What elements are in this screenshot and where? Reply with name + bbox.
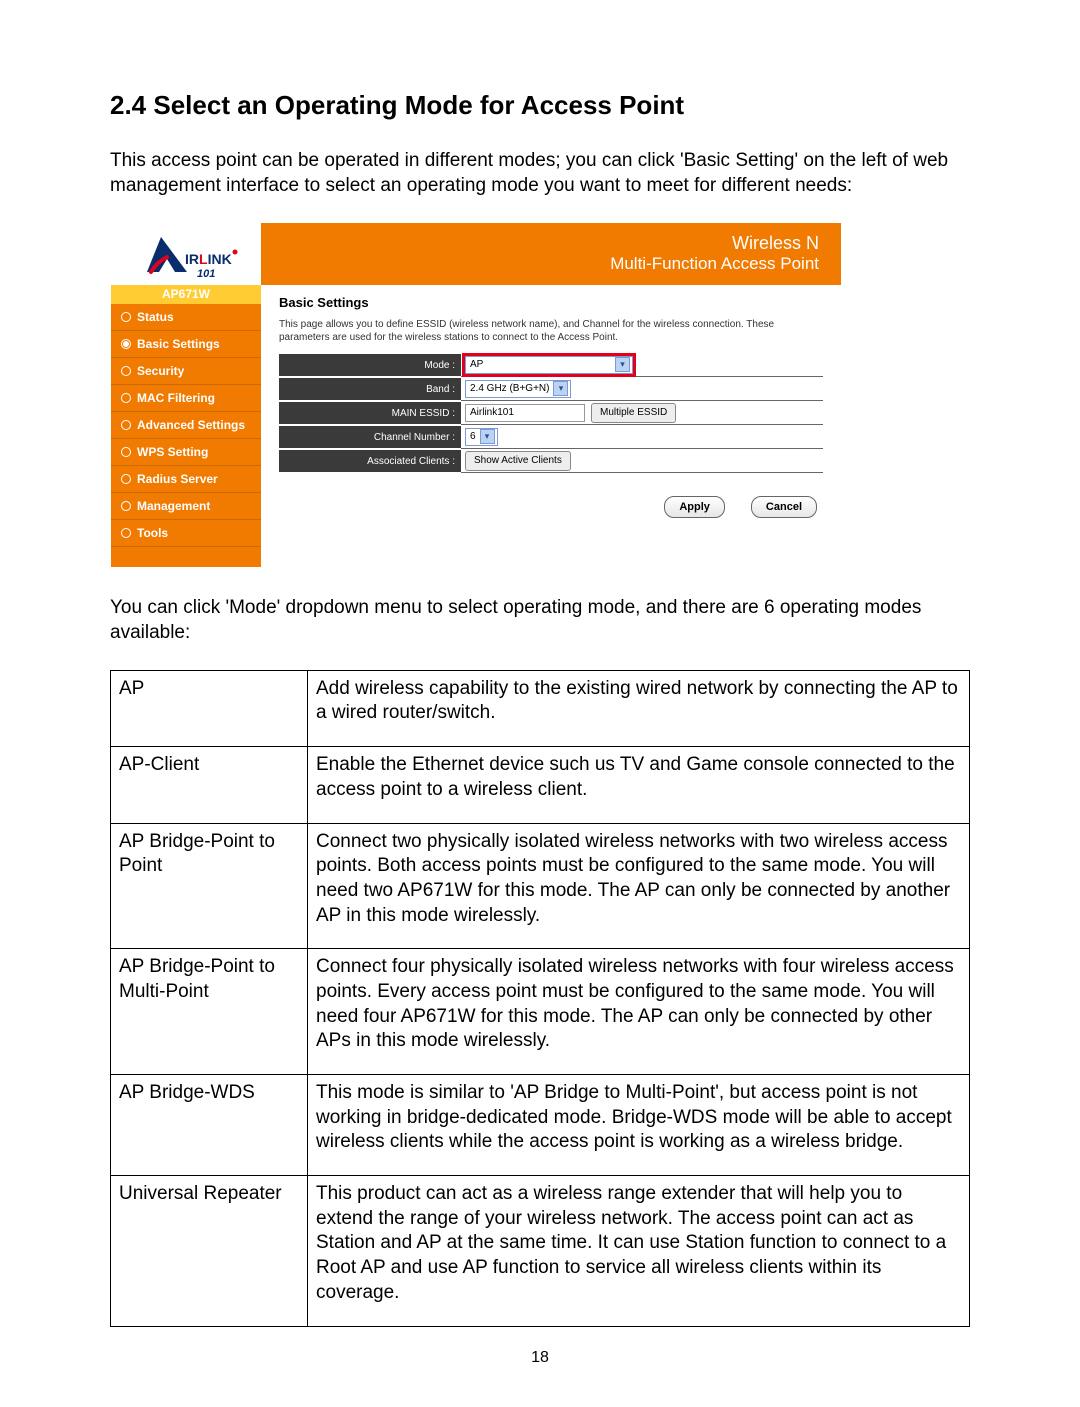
table-row: APAdd wireless capability to the existin…	[111, 670, 970, 746]
sidebar-item-label: MAC Filtering	[137, 391, 215, 405]
model-label: AP671W	[111, 285, 261, 304]
sidebar-item-mac-filtering[interactable]: MAC Filtering	[111, 385, 261, 412]
chevron-down-icon: ▾	[553, 381, 568, 396]
intro-paragraph: This access point can be operated in dif…	[110, 149, 970, 198]
essid-input[interactable]: Airlink101	[465, 404, 585, 422]
clients-label: Associated Clients :	[279, 450, 461, 472]
svg-text:101: 101	[197, 268, 215, 280]
sidebar-item-tools[interactable]: Tools	[111, 520, 261, 547]
band-label: Band :	[279, 378, 461, 400]
sidebar-item-radius-server[interactable]: Radius Server	[111, 466, 261, 493]
mode-description: This product can act as a wireless range…	[308, 1176, 970, 1326]
essid-label: MAIN ESSID :	[279, 402, 461, 424]
panel-description: This page allows you to define ESSID (wi…	[279, 318, 823, 344]
logo: IRLINK 101	[111, 223, 261, 285]
cancel-button[interactable]: Cancel	[751, 496, 817, 518]
panel-title: Basic Settings	[279, 295, 823, 310]
sidebar-item-label: Status	[137, 310, 174, 324]
multiple-essid-button[interactable]: Multiple ESSID	[591, 403, 676, 423]
sidebar-item-label: Tools	[137, 526, 168, 540]
mode-select-value: AP	[470, 359, 483, 370]
table-row: AP Bridge-WDSThis mode is similar to 'AP…	[111, 1075, 970, 1176]
table-row: AP-ClientEnable the Ethernet device such…	[111, 747, 970, 823]
channel-label: Channel Number :	[279, 426, 461, 448]
mode-name: AP Bridge-Point to Multi-Point	[111, 949, 308, 1075]
chevron-down-icon: ▾	[615, 357, 630, 372]
radio-icon	[121, 312, 131, 322]
band-select-value: 2.4 GHz (B+G+N)	[470, 383, 549, 394]
channel-select-value: 6	[470, 431, 476, 442]
mode-description: Enable the Ethernet device such us TV an…	[308, 747, 970, 823]
mode-description: This mode is similar to 'AP Bridge to Mu…	[308, 1075, 970, 1176]
mode-description: Connect four physically isolated wireles…	[308, 949, 970, 1075]
after-paragraph: You can click 'Mode' dropdown menu to se…	[110, 596, 970, 645]
mode-label: Mode :	[279, 354, 461, 376]
sidebar-item-label: WPS Setting	[137, 445, 208, 459]
radio-icon	[121, 474, 131, 484]
mode-description: Add wireless capability to the existing …	[308, 670, 970, 746]
sidebar-item-security[interactable]: Security	[111, 358, 261, 385]
radio-icon	[121, 366, 131, 376]
router-ui: IRLINK 101 Wireless N Multi-Function Acc…	[110, 222, 842, 568]
radio-icon	[121, 501, 131, 511]
band-select[interactable]: 2.4 GHz (B+G+N) ▾	[465, 380, 571, 398]
radio-icon	[121, 420, 131, 430]
modes-table: APAdd wireless capability to the existin…	[110, 670, 970, 1327]
banner-title-2: Multi-Function Access Point	[610, 254, 819, 274]
mode-name: AP Bridge-Point to Point	[111, 823, 308, 949]
page-number: 18	[110, 1349, 970, 1367]
mode-name: AP-Client	[111, 747, 308, 823]
sidebar-item-status[interactable]: Status	[111, 304, 261, 331]
radio-icon	[121, 339, 131, 349]
show-active-clients-button[interactable]: Show Active Clients	[465, 451, 571, 471]
mode-name: AP	[111, 670, 308, 746]
sidebar-item-basic-settings[interactable]: Basic Settings	[111, 331, 261, 358]
sidebar-item-label: Management	[137, 499, 210, 513]
mode-select[interactable]: AP ▾	[465, 356, 633, 374]
sidebar-item-advanced-settings[interactable]: Advanced Settings	[111, 412, 261, 439]
section-heading: 2.4 Select an Operating Mode for Access …	[110, 90, 970, 121]
mode-description: Connect two physically isolated wireless…	[308, 823, 970, 949]
chevron-down-icon: ▾	[480, 429, 495, 444]
sidebar-item-label: Advanced Settings	[137, 418, 245, 432]
sidebar-item-label: Basic Settings	[137, 337, 220, 351]
svg-text:IRLINK: IRLINK	[185, 251, 232, 267]
sidebar-item-management[interactable]: Management	[111, 493, 261, 520]
mode-name: Universal Repeater	[111, 1176, 308, 1326]
banner-title-1: Wireless N	[732, 234, 819, 254]
radio-icon	[121, 528, 131, 538]
channel-select[interactable]: 6 ▾	[465, 428, 498, 446]
table-row: AP Bridge-Point to Multi-PointConnect fo…	[111, 949, 970, 1075]
airlink-logo-icon: IRLINK 101	[131, 233, 241, 281]
sidebar-item-wps-setting[interactable]: WPS Setting	[111, 439, 261, 466]
table-row: Universal RepeaterThis product can act a…	[111, 1176, 970, 1326]
sidebar-item-label: Radius Server	[137, 472, 218, 486]
apply-button[interactable]: Apply	[664, 496, 725, 518]
radio-icon	[121, 447, 131, 457]
sidebar-item-label: Security	[137, 364, 184, 378]
radio-icon	[121, 393, 131, 403]
mode-name: AP Bridge-WDS	[111, 1075, 308, 1176]
table-row: AP Bridge-Point to PointConnect two phys…	[111, 823, 970, 949]
